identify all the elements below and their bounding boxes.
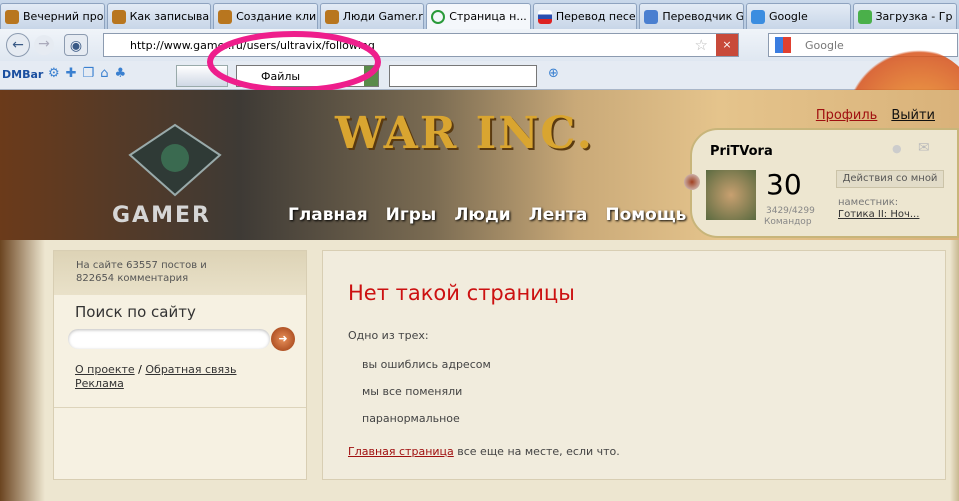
avatar[interactable] bbox=[706, 170, 756, 220]
favicon-icon bbox=[750, 9, 765, 24]
main-panel: Нет такой страницы Одно из трех: вы ошиб… bbox=[322, 250, 946, 480]
favicon-icon bbox=[537, 9, 552, 24]
favicon-icon bbox=[644, 9, 659, 24]
user-panel: PriTVora ● ✉ 30 3429/4299 Командор Дейст… bbox=[684, 128, 959, 238]
site-search-input[interactable] bbox=[68, 329, 270, 349]
browser-tab[interactable]: Вечерний про... bbox=[0, 3, 105, 29]
page-title: Нет такой страницы bbox=[348, 281, 575, 305]
favicon-icon bbox=[111, 9, 126, 24]
dmbar-label: DMBar bbox=[2, 68, 44, 81]
home-link[interactable]: Главная страница bbox=[348, 445, 454, 458]
toolbar-search-input[interactable] bbox=[389, 65, 537, 87]
favicon-icon bbox=[324, 9, 339, 24]
tab-label: Создание кли... bbox=[236, 10, 318, 23]
loading-icon bbox=[431, 9, 446, 24]
google-icon bbox=[775, 37, 791, 53]
reason-item: паранормальное bbox=[362, 412, 460, 425]
search-placeholder: Google bbox=[805, 39, 844, 52]
browser-tab[interactable]: Перевод песе... bbox=[532, 3, 638, 29]
forward-icon[interactable]: → bbox=[34, 35, 54, 55]
username[interactable]: PriTVora bbox=[710, 144, 773, 159]
browser-tab-active[interactable]: Страница н...× bbox=[426, 3, 531, 29]
browser-tab[interactable]: Создание кли... bbox=[213, 3, 318, 29]
browser-tab[interactable]: Google bbox=[745, 3, 851, 29]
browser-tab[interactable]: Загрузка - Гр bbox=[852, 3, 958, 29]
feedback-link[interactable]: Обратная связь bbox=[145, 363, 236, 376]
tab-label: Вечерний про... bbox=[23, 10, 104, 23]
stats-line: На сайте 63557 постов и bbox=[76, 260, 207, 271]
menu-people[interactable]: Люди bbox=[454, 205, 510, 225]
divider bbox=[54, 407, 306, 408]
home-text: все еще на месте, если что. bbox=[453, 445, 620, 458]
tab-label: Люди Gamer.ru... bbox=[342, 10, 424, 23]
main-menu: Главная Игры Люди Лента Помощь bbox=[288, 205, 686, 225]
search-title: Поиск по сайту bbox=[75, 303, 196, 321]
intro-text: Одно из трех: bbox=[348, 329, 429, 342]
browser-tab[interactable]: Переводчик G... bbox=[639, 3, 744, 29]
browser-tab[interactable]: Люди Gamer.ru... bbox=[319, 3, 425, 29]
search-go-icon[interactable]: ⊕ bbox=[548, 66, 559, 81]
actions-button[interactable]: Действия со мной bbox=[836, 170, 944, 188]
tab-label: Перевод песе... bbox=[555, 10, 638, 23]
url-bar[interactable]: http://www.gamer.ru/users/ultravix/follo… bbox=[103, 33, 739, 57]
favicon-icon bbox=[857, 9, 872, 24]
user-rank: Командор bbox=[764, 217, 812, 227]
tab-bar: Вечерний про... Как записыва... Создание… bbox=[0, 0, 959, 29]
reason-item: вы ошиблись адресом bbox=[362, 358, 491, 371]
menu-help[interactable]: Помощь bbox=[605, 205, 686, 225]
gamer-logo[interactable]: GAMER bbox=[112, 203, 211, 228]
ads-link[interactable]: Реклама bbox=[75, 377, 124, 390]
menu-games[interactable]: Игры bbox=[386, 205, 437, 225]
menu-home[interactable]: Главная bbox=[288, 205, 368, 225]
site-stats: На сайте 63557 постов и 822654 комментари… bbox=[54, 251, 306, 295]
camera-icon[interactable]: ◉ bbox=[64, 34, 88, 56]
sidebar: На сайте 63557 постов и 822654 комментари… bbox=[53, 250, 307, 480]
back-icon[interactable]: ← bbox=[6, 33, 30, 57]
tab-label: Как записыва... bbox=[129, 10, 212, 23]
navigation-bar: ← → ◉ http://www.gamer.ru/users/ultravix… bbox=[0, 29, 959, 61]
separator: / bbox=[138, 363, 142, 376]
toolbar: DMBar ⚙✚❐⌂♣ Файлы ⊕ bbox=[0, 46, 959, 176]
about-link[interactable]: О проекте bbox=[75, 363, 135, 376]
tab-label: Переводчик G... bbox=[662, 10, 744, 23]
reason-item: мы все поменяли bbox=[362, 385, 463, 398]
stats-line: 822654 комментария bbox=[76, 273, 189, 284]
tab-label: Загрузка - Гр bbox=[875, 10, 953, 23]
toolbar-icons[interactable]: ⚙✚❐⌂♣ bbox=[48, 66, 132, 81]
war-inc-logo: WAR INC. bbox=[335, 108, 594, 159]
search-submit-icon[interactable]: ➜ bbox=[271, 327, 295, 351]
browser-tab[interactable]: Как записыва... bbox=[106, 3, 212, 29]
pink-annotation-circle bbox=[207, 31, 381, 93]
logout-link[interactable]: Выйти bbox=[891, 108, 935, 123]
profile-link[interactable]: Профиль bbox=[816, 108, 878, 123]
user-xp: 3429/4299 bbox=[766, 206, 815, 216]
friend-icon[interactable]: ● bbox=[892, 142, 902, 155]
user-level: 30 bbox=[766, 168, 802, 201]
favicon-icon bbox=[5, 9, 19, 24]
favicon-icon bbox=[218, 9, 233, 24]
tab-label: Google bbox=[768, 10, 808, 23]
menu-feed[interactable]: Лента bbox=[529, 205, 588, 225]
mail-icon[interactable]: ✉ bbox=[918, 140, 930, 156]
stop-icon[interactable]: × bbox=[716, 34, 738, 56]
deputy-label: наместник: bbox=[838, 197, 899, 208]
tab-label: Страница н... bbox=[449, 10, 527, 23]
panel-toggle-icon[interactable] bbox=[684, 174, 700, 190]
deputy-link[interactable]: Готика II: Ноч... bbox=[838, 209, 919, 220]
bookmark-star-icon[interactable]: ☆ bbox=[695, 36, 708, 54]
gamer-emblem-icon bbox=[128, 123, 222, 197]
